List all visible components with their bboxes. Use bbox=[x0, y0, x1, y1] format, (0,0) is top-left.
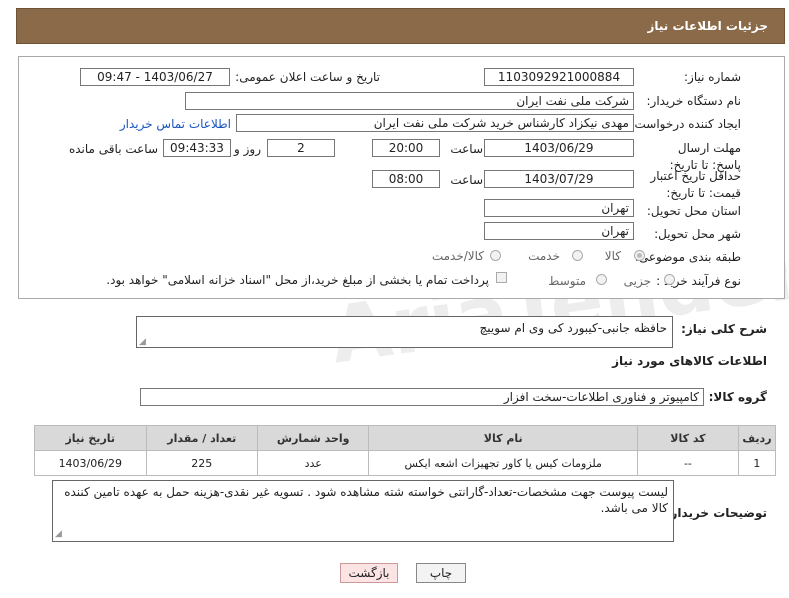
cell-name: ملزومات کیس یا کاور تجهیزات اشعه ایکس bbox=[368, 450, 639, 476]
province-field: تهران bbox=[484, 199, 634, 217]
cell-code: -- bbox=[637, 450, 739, 476]
buyer-org-field: شرکت ملی نفت ایران bbox=[185, 92, 634, 110]
col-unit: واحد شمارش bbox=[256, 425, 370, 451]
treasury-bonds-note: پرداخت تمام یا بخشی از مبلغ خرید،از محل … bbox=[106, 273, 489, 287]
remaining-label: ساعت باقی مانده bbox=[68, 142, 158, 156]
buyer-org-label: نام دستگاه خریدار: bbox=[646, 94, 742, 108]
buyer-notes-textarea[interactable]: لیست پیوست جهت مشخصات-تعداد-گارانتی خواس… bbox=[52, 480, 674, 542]
cell-row: 1 bbox=[737, 450, 777, 476]
table-row: 1 -- ملزومات کیس یا کاور تجهیزات اشعه ای… bbox=[34, 450, 777, 476]
category-service-radio[interactable] bbox=[572, 250, 583, 261]
resize-grip-icon: ◢ bbox=[139, 337, 146, 347]
validity-time-field: 08:00 bbox=[372, 170, 440, 188]
col-date: تاریخ نیاز bbox=[34, 425, 147, 451]
purchase-medium-label: متوسط bbox=[548, 274, 586, 288]
category-service-label: خدمت bbox=[528, 249, 560, 263]
resize-grip-icon: ◢ bbox=[55, 529, 62, 539]
category-label: طبقه بندی موضوعی: bbox=[634, 250, 741, 264]
response-time-field: 20:00 bbox=[372, 139, 440, 157]
buyer-contact-link[interactable]: اطلاعات تماس خریدار bbox=[120, 117, 231, 131]
announce-date-field: 1403/06/27 - 09:47 bbox=[80, 68, 230, 86]
back-button[interactable]: بازگشت bbox=[340, 563, 398, 583]
category-goods-label: کالا bbox=[604, 249, 621, 263]
items-table: ردیف کد کالا نام کالا واحد شمارش تعداد /… bbox=[34, 425, 777, 476]
treasury-bonds-checkbox[interactable] bbox=[496, 272, 507, 283]
goods-group-label: گروه کالا: bbox=[708, 390, 767, 404]
remaining-time-field: 09:43:33 bbox=[163, 139, 231, 157]
table-header-row: ردیف کد کالا نام کالا واحد شمارش تعداد /… bbox=[34, 425, 777, 451]
cell-date: 1403/06/29 bbox=[34, 450, 147, 476]
goods-group-field: کامپیوتر و فناوری اطلاعات-سخت افزار bbox=[140, 388, 704, 406]
category-goods-service-radio[interactable] bbox=[490, 250, 501, 261]
days-field: 2 bbox=[267, 139, 335, 157]
city-field: تهران bbox=[484, 222, 634, 240]
validity-time-label: ساعت bbox=[450, 173, 483, 187]
col-row: ردیف bbox=[737, 425, 777, 451]
response-time-label: ساعت bbox=[450, 142, 483, 156]
purchase-small-label: جزیی bbox=[623, 274, 651, 288]
category-goods-radio[interactable] bbox=[634, 250, 645, 261]
summary-textarea[interactable]: حافظه جانبی-کیبورد کی وی ام سوییچ bbox=[136, 316, 673, 348]
print-button[interactable]: چاپ bbox=[416, 563, 466, 583]
cell-qty: 225 bbox=[145, 450, 258, 476]
purchase-medium-radio[interactable] bbox=[596, 274, 607, 285]
validity-date-field: 1403/07/29 bbox=[484, 170, 634, 188]
col-qty: تعداد / مقدار bbox=[145, 425, 258, 451]
days-label: روز و bbox=[234, 142, 261, 156]
col-name: نام کالا bbox=[368, 425, 639, 451]
province-label: استان محل تحویل: bbox=[646, 204, 741, 218]
announce-date-label: تاریخ و ساعت اعلان عمومی: bbox=[235, 70, 380, 84]
city-label: شهر محل تحویل: bbox=[654, 227, 741, 241]
response-date-field: 1403/06/29 bbox=[484, 139, 634, 157]
purchase-small-radio[interactable] bbox=[664, 274, 675, 285]
cell-unit: عدد bbox=[256, 450, 370, 476]
col-code: کد کالا bbox=[637, 425, 739, 451]
buyer-notes-label: توضیحات خریدار: bbox=[665, 506, 767, 520]
need-number-field: 1103092921000884 bbox=[484, 68, 634, 86]
page-header: جزئیات اطلاعات نیاز bbox=[16, 8, 785, 44]
creator-field: مهدی نیکزاد کارشناس خرید شرکت ملی نفت ای… bbox=[236, 114, 634, 132]
need-number-label: شماره نیاز: bbox=[684, 70, 741, 84]
price-validity-label: حداقل تاریخ اعتبار قیمت: تا تاریخ: bbox=[650, 169, 741, 200]
summary-label: شرح کلی نیاز: bbox=[681, 322, 767, 336]
goods-section-title: اطلاعات کالاهای مورد نیاز bbox=[612, 354, 767, 368]
creator-label: ایجاد کننده درخواست: bbox=[630, 117, 741, 131]
category-goods-service-label: کالا/خدمت bbox=[431, 249, 484, 263]
